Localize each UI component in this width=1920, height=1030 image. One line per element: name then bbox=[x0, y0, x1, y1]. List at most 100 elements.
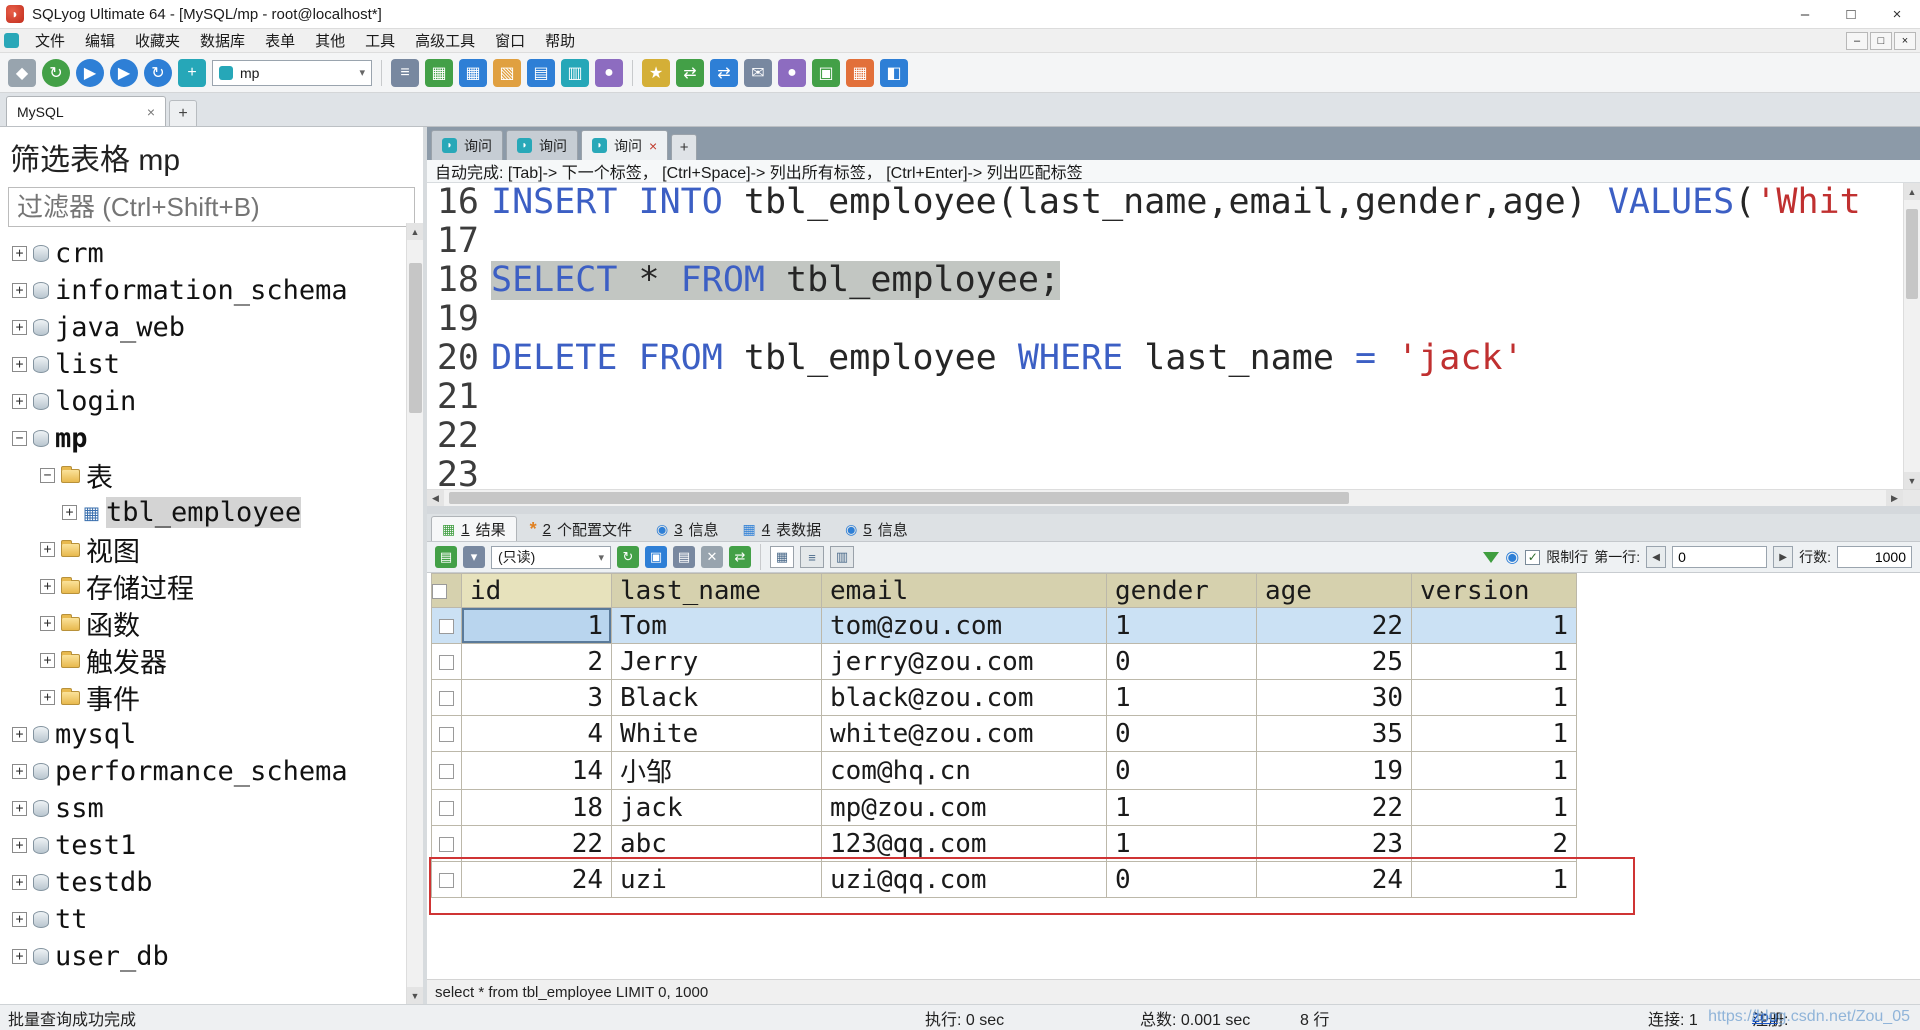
export-data-icon[interactable]: ▦ bbox=[846, 59, 874, 87]
tree-item-functions-folder[interactable]: +函数 bbox=[0, 605, 406, 642]
grid-cell[interactable]: uzi@qq.com bbox=[822, 862, 1107, 898]
grid-cell[interactable]: 14 bbox=[462, 752, 612, 790]
table-row[interactable]: 3 Black black@zou.com 1 30 1 bbox=[432, 680, 1577, 716]
grid-cell[interactable]: black@zou.com bbox=[822, 680, 1107, 716]
grid-cell[interactable]: 1 bbox=[1412, 790, 1577, 826]
grid-view-toggle[interactable]: ▦ bbox=[770, 546, 794, 568]
row-checkbox[interactable] bbox=[432, 790, 462, 826]
maximize-button[interactable]: □ bbox=[1828, 0, 1874, 28]
scroll-down-icon[interactable]: ▼ bbox=[1904, 472, 1920, 489]
scroll-up-icon[interactable]: ▲ bbox=[1904, 183, 1920, 200]
tree-item-mysql[interactable]: +mysql bbox=[0, 716, 406, 753]
tree-item-procedures-folder[interactable]: +存储过程 bbox=[0, 568, 406, 605]
query-tab-2[interactable]: ◗ 询问 bbox=[506, 130, 578, 160]
tree-item-ssm[interactable]: +ssm bbox=[0, 790, 406, 827]
new-query-tab-button[interactable]: + bbox=[671, 134, 697, 160]
format-sql-icon[interactable]: ≡ bbox=[391, 59, 419, 87]
open-file-icon[interactable]: ▧ bbox=[493, 59, 521, 87]
grid-cell[interactable]: 1 bbox=[1412, 644, 1577, 680]
new-query-editor-icon[interactable]: + bbox=[178, 59, 206, 87]
grid-cell[interactable]: 小邹 bbox=[612, 752, 822, 790]
expand-icon[interactable]: + bbox=[12, 283, 27, 298]
expand-icon[interactable]: + bbox=[62, 505, 77, 520]
delete-row-icon[interactable]: ✕ bbox=[701, 546, 723, 568]
grid-cell[interactable]: 2 bbox=[462, 644, 612, 680]
grid-cell[interactable]: 1 bbox=[1412, 862, 1577, 898]
tab-table-data[interactable]: ▦ 4 表数据 bbox=[732, 516, 833, 541]
expand-icon[interactable]: + bbox=[12, 764, 27, 779]
grid-cell[interactable]: uzi bbox=[612, 862, 822, 898]
table-row[interactable]: 24 uzi uzi@qq.com 0 24 1 bbox=[432, 862, 1577, 898]
connect-icon[interactable]: ◆ bbox=[8, 59, 36, 87]
grid-cell[interactable]: 0 bbox=[1107, 716, 1257, 752]
grid-cell[interactable]: abc bbox=[612, 826, 822, 862]
tree-item-tables-folder[interactable]: −表 bbox=[0, 457, 406, 494]
first-row-input[interactable] bbox=[1672, 546, 1767, 568]
tab-result[interactable]: ▦ 1 结果 bbox=[431, 516, 517, 541]
tree-item-triggers-folder[interactable]: +触发器 bbox=[0, 642, 406, 679]
limit-rows-checkbox[interactable]: ✓ bbox=[1525, 550, 1540, 565]
grid-cell[interactable]: jerry@zou.com bbox=[822, 644, 1107, 680]
row-checkbox[interactable] bbox=[432, 644, 462, 680]
backup-icon[interactable]: ● bbox=[778, 59, 806, 87]
row-checkbox[interactable] bbox=[432, 862, 462, 898]
menu-item-favorites[interactable]: 收藏夹 bbox=[125, 29, 190, 52]
sidebar-scrollbar[interactable]: ▲ ▼ bbox=[406, 223, 423, 1004]
query-profiler-icon[interactable]: ● bbox=[595, 59, 623, 87]
menu-item-powertools[interactable]: 高级工具 bbox=[405, 29, 485, 52]
menu-item-window[interactable]: 窗口 bbox=[485, 29, 535, 52]
column-header-email[interactable]: email bbox=[822, 574, 1107, 608]
grid-cell[interactable]: 23 bbox=[1257, 826, 1412, 862]
execute-query-icon[interactable]: ▶ bbox=[76, 59, 104, 87]
table-filter-input[interactable] bbox=[17, 192, 406, 223]
copy-row-icon[interactable]: ▣ bbox=[645, 546, 667, 568]
grid-cell[interactable]: 0 bbox=[1107, 752, 1257, 790]
scrollbar-thumb[interactable] bbox=[409, 263, 422, 413]
expand-icon[interactable]: + bbox=[12, 727, 27, 742]
grid-cell[interactable]: Tom bbox=[612, 608, 822, 644]
expand-icon[interactable]: + bbox=[40, 579, 55, 594]
mdi-close-button[interactable]: × bbox=[1894, 32, 1916, 50]
mdi-minimize-button[interactable]: – bbox=[1846, 32, 1868, 50]
next-page-button[interactable]: ▶ bbox=[1773, 546, 1793, 568]
import-data-icon[interactable]: ▣ bbox=[812, 59, 840, 87]
grid-cell[interactable]: 1 bbox=[1107, 826, 1257, 862]
menu-item-database[interactable]: 数据库 bbox=[190, 29, 255, 52]
tree-item-events-folder[interactable]: +事件 bbox=[0, 679, 406, 716]
expand-icon[interactable]: + bbox=[12, 357, 27, 372]
minimize-button[interactable]: – bbox=[1782, 0, 1828, 28]
grid-cell[interactable]: 4 bbox=[462, 716, 612, 752]
tree-item-java-web[interactable]: +java_web bbox=[0, 309, 406, 346]
row-checkbox[interactable] bbox=[432, 608, 462, 644]
export-grid-icon[interactable]: ▤ bbox=[435, 546, 457, 568]
export-result-icon[interactable]: ⇄ bbox=[729, 546, 751, 568]
tree-item-test1[interactable]: +test1 bbox=[0, 827, 406, 864]
column-header-last-name[interactable]: last_name bbox=[612, 574, 822, 608]
row-checkbox[interactable] bbox=[432, 752, 462, 790]
scroll-left-icon[interactable]: ◀ bbox=[427, 490, 444, 506]
collapse-icon[interactable]: − bbox=[40, 468, 55, 483]
grid-cell[interactable]: 22 bbox=[1257, 790, 1412, 826]
schema-sync-icon[interactable]: ⇄ bbox=[710, 59, 738, 87]
grid-cell[interactable]: 1 bbox=[1107, 608, 1257, 644]
grid-cell[interactable]: Jerry bbox=[612, 644, 822, 680]
expand-icon[interactable]: + bbox=[12, 246, 27, 261]
tree-item-performance-schema[interactable]: +performance_schema bbox=[0, 753, 406, 790]
grid-cell[interactable]: 1 bbox=[1412, 680, 1577, 716]
tree-item-testdb[interactable]: +testdb bbox=[0, 864, 406, 901]
grid-cell[interactable]: com@hq.cn bbox=[822, 752, 1107, 790]
save-result-icon[interactable]: ▤ bbox=[673, 546, 695, 568]
table-row[interactable]: 1 Tom tom@zou.com 1 22 1 bbox=[432, 608, 1577, 644]
grid-cell[interactable]: 24 bbox=[1257, 862, 1412, 898]
tree-item-tbl-employee[interactable]: +▦tbl_employee bbox=[0, 494, 406, 531]
grid-menu-icon[interactable]: ▾ bbox=[463, 546, 485, 568]
grid-cell[interactable]: White bbox=[612, 716, 822, 752]
grid-cell[interactable]: 25 bbox=[1257, 644, 1412, 680]
notifications-icon[interactable]: ✉ bbox=[744, 59, 772, 87]
column-header-gender[interactable]: gender bbox=[1107, 574, 1257, 608]
expand-icon[interactable]: + bbox=[12, 838, 27, 853]
expand-icon[interactable]: + bbox=[40, 542, 55, 557]
column-header-age[interactable]: age bbox=[1257, 574, 1412, 608]
grid-cell[interactable]: 30 bbox=[1257, 680, 1412, 716]
grid-cell[interactable]: 1 bbox=[1107, 790, 1257, 826]
